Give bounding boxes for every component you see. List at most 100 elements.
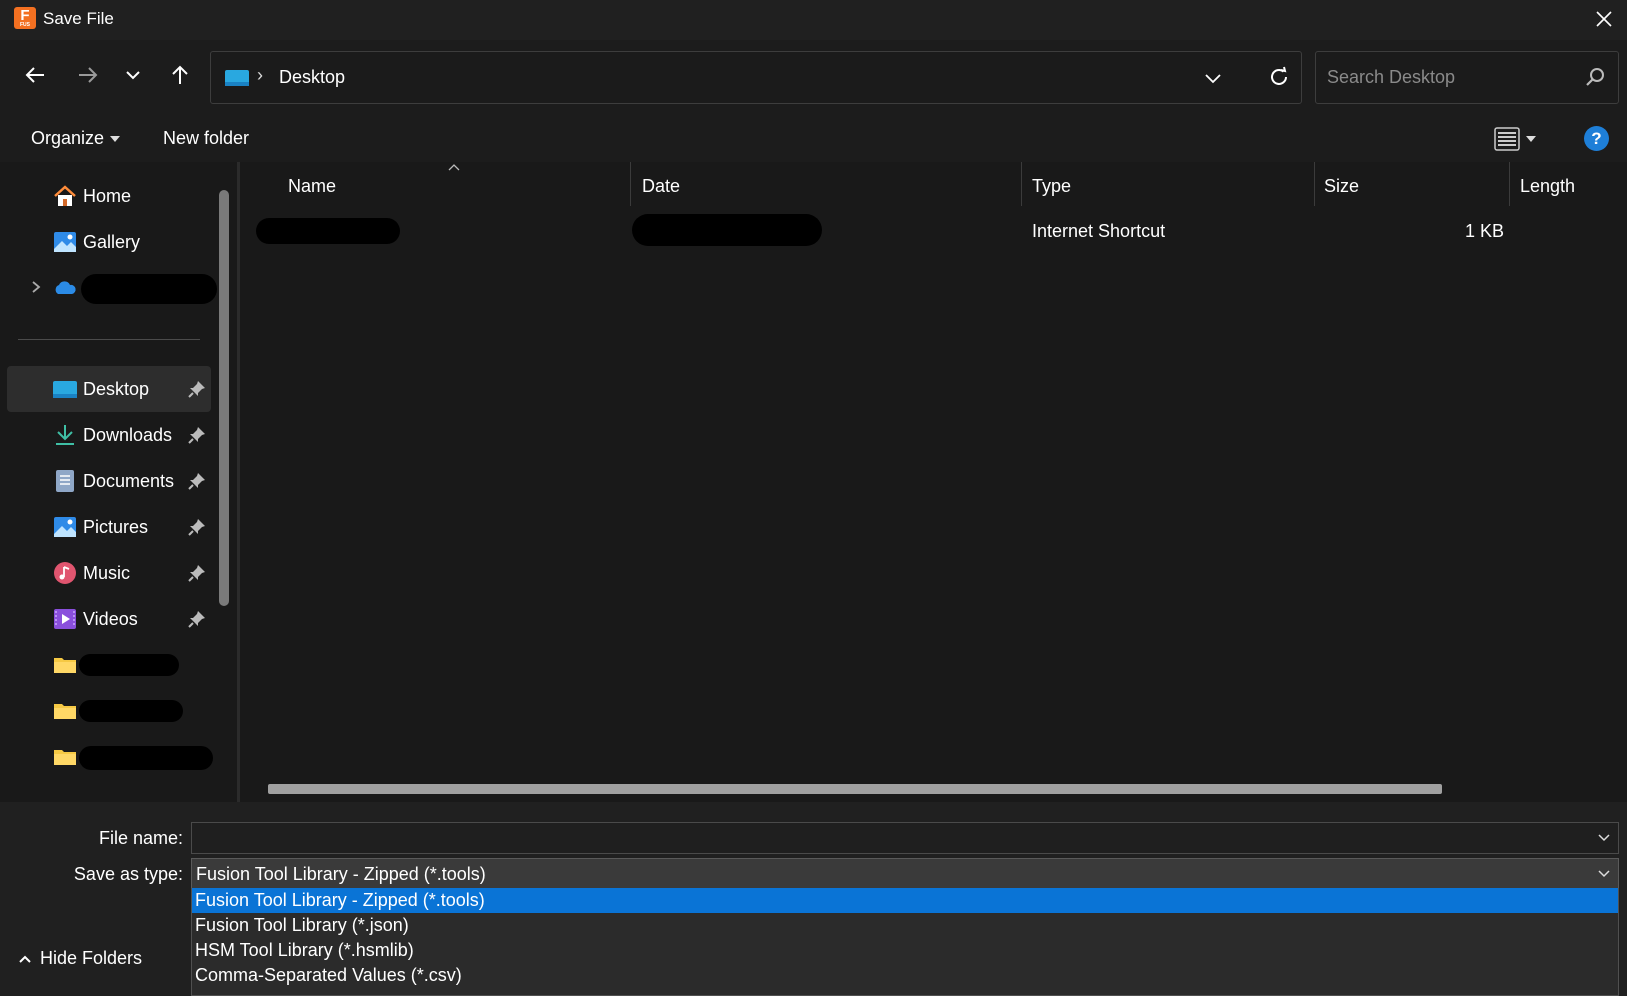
up-button[interactable] (163, 58, 197, 92)
sidebar-item-downloads[interactable]: Downloads (7, 412, 211, 458)
column-separator[interactable] (1021, 162, 1022, 206)
download-icon (56, 425, 74, 445)
pin-icon[interactable] (188, 426, 206, 444)
address-history-button[interactable] (1196, 65, 1230, 91)
column-header-length[interactable]: Length (1520, 162, 1575, 206)
sidebar-item-documents[interactable]: Documents (7, 458, 211, 504)
arrow-up-icon (172, 65, 188, 84)
search-icon (1586, 68, 1604, 86)
column-header-date[interactable]: Date (642, 162, 680, 206)
refresh-icon (1271, 66, 1287, 85)
chevron-right-icon[interactable] (29, 277, 43, 297)
close-icon (1596, 11, 1612, 27)
file-name-combobox[interactable] (191, 822, 1619, 854)
caret-down-icon (1526, 136, 1536, 142)
caret-down-icon (110, 135, 121, 142)
sidebar-item-pictures[interactable]: Pictures (7, 504, 211, 550)
redacted-folder-name (79, 700, 183, 722)
gallery-icon (54, 232, 76, 252)
navigation-pane: Home Gallery Desktop Downloads Documents (0, 162, 240, 802)
pin-icon[interactable] (188, 518, 206, 536)
chevron-up-icon (19, 955, 31, 963)
type-option[interactable]: HSM Tool Library (*.hsmlib) (192, 938, 1618, 963)
file-row[interactable]: Internet Shortcut 1 KB (240, 212, 1627, 250)
search-box[interactable] (1315, 51, 1619, 104)
type-option[interactable]: Fusion Tool Library (*.json) (192, 913, 1618, 938)
window-title: Save File (43, 9, 114, 28)
document-icon (56, 470, 74, 492)
recent-locations-button[interactable] (116, 58, 150, 92)
music-icon (54, 562, 76, 584)
forward-button[interactable] (71, 58, 105, 92)
breadcrumb-desktop[interactable]: Desktop (279, 67, 345, 88)
sidebar-item-music[interactable]: Music (7, 550, 211, 596)
column-header-name[interactable]: Name (288, 162, 336, 206)
breadcrumb-separator: › (257, 65, 263, 85)
sort-ascending-icon (448, 164, 460, 171)
new-folder-button[interactable]: New folder (163, 128, 249, 149)
organize-button[interactable]: Organize (31, 128, 121, 149)
column-separator[interactable] (1314, 162, 1315, 206)
save-as-type-label: Save as type: (73, 864, 183, 884)
details-view-icon (1494, 127, 1520, 151)
file-type: Internet Shortcut (1032, 221, 1166, 241)
redacted-folder-name (79, 746, 213, 770)
pin-icon[interactable] (188, 564, 206, 582)
title-bar: F FUS Save File (0, 0, 1627, 40)
desktop-folder-icon (225, 70, 249, 86)
save-file-dialog: F FUS Save File › Desktop Search Desktop… (0, 0, 1627, 996)
redacted-folder-name (79, 654, 179, 676)
change-view-button[interactable] (1494, 124, 1552, 154)
hide-folders-button[interactable]: Hide Folders (18, 948, 142, 969)
pin-icon[interactable] (188, 472, 206, 490)
arrow-right-icon (79, 67, 98, 83)
column-separator[interactable] (1509, 162, 1510, 206)
chevron-down-icon (1205, 74, 1221, 84)
navigation-pane-scrollbar[interactable] (219, 190, 229, 606)
column-header-type[interactable]: Type (1032, 162, 1071, 206)
sidebar-item-onedrive[interactable] (7, 265, 217, 311)
address-bar[interactable]: › Desktop (210, 51, 1302, 104)
save-as-type-value: Fusion Tool Library - Zipped (*.tools) (196, 864, 486, 884)
redacted-file-date (632, 214, 822, 246)
navigation-row: › Desktop (0, 40, 1627, 116)
chevron-down-icon[interactable] (1596, 830, 1612, 846)
command-bar: Organize New folder ? (0, 116, 1627, 162)
save-as-type-select[interactable]: Fusion Tool Library - Zipped (*.tools) (191, 858, 1619, 890)
search-input[interactable] (1316, 52, 1576, 103)
chevron-down-icon (126, 71, 140, 80)
desktop-icon (53, 381, 77, 398)
pin-icon[interactable] (188, 610, 206, 628)
chevron-down-icon (1598, 870, 1610, 878)
redacted-account-name (81, 274, 217, 304)
file-list: Name Date Type Size Length Internet Shor… (240, 162, 1627, 802)
help-button[interactable]: ? (1584, 126, 1609, 151)
sidebar-item-folder[interactable] (7, 734, 213, 780)
folder-icon (54, 750, 76, 765)
redacted-file-name (256, 218, 400, 244)
horizontal-scrollbar-thumb[interactable] (268, 784, 1442, 794)
sidebar-item-desktop[interactable]: Desktop (7, 366, 211, 412)
file-name-label: File name: (98, 828, 183, 848)
sidebar-item-gallery[interactable]: Gallery (7, 219, 211, 265)
sidebar-item-folder[interactable] (7, 642, 211, 688)
column-separator[interactable] (630, 162, 631, 206)
sidebar-item-videos[interactable]: Videos (7, 596, 211, 642)
refresh-button[interactable] (1262, 60, 1296, 94)
file-name-input[interactable] (192, 823, 1582, 853)
fusion-app-icon: F FUS (14, 7, 36, 29)
video-icon (54, 609, 76, 629)
folder-icon (54, 658, 76, 673)
sidebar-item-folder[interactable] (7, 688, 211, 734)
column-header-size[interactable]: Size (1324, 162, 1359, 206)
sidebar-item-home[interactable]: Home (7, 173, 211, 219)
type-option[interactable]: Fusion Tool Library - Zipped (*.tools) (192, 888, 1618, 913)
type-option[interactable]: Comma-Separated Values (*.csv) (192, 963, 1618, 988)
sidebar-divider (18, 339, 200, 340)
pictures-icon (54, 517, 76, 537)
save-as-type-dropdown-list: Fusion Tool Library - Zipped (*.tools) F… (191, 888, 1619, 996)
home-icon (54, 185, 76, 206)
close-button[interactable] (1581, 0, 1627, 38)
pin-icon[interactable] (188, 380, 206, 398)
back-button[interactable] (18, 58, 52, 92)
